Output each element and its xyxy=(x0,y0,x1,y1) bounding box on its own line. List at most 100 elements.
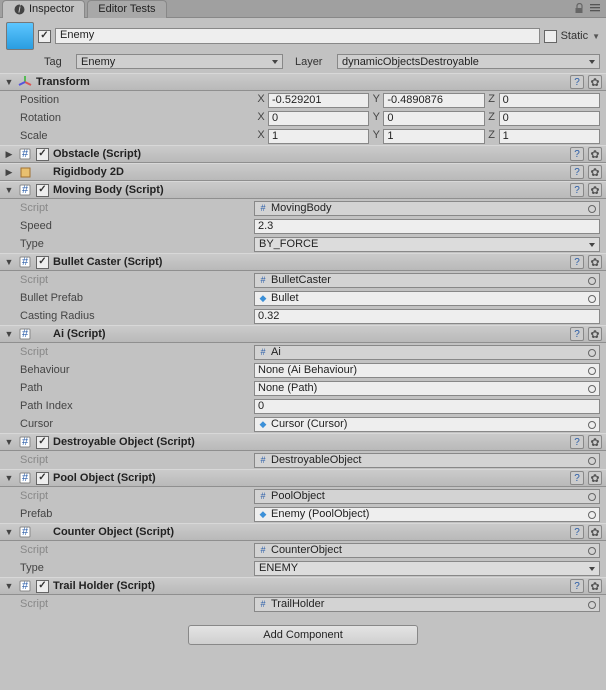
movingbody-type-dropdown[interactable]: BY_FORCE xyxy=(254,237,600,252)
layer-dropdown[interactable]: dynamicObjectsDestroyable xyxy=(337,54,600,69)
bulletcaster-enable-checkbox[interactable] xyxy=(36,256,49,269)
help-icon[interactable]: ? xyxy=(570,435,584,449)
help-icon[interactable]: ? xyxy=(570,579,584,593)
add-component-button[interactable]: Add Component xyxy=(188,625,418,645)
object-picker-icon[interactable] xyxy=(588,601,596,609)
ai-script-field[interactable]: #Ai xyxy=(254,345,600,360)
rot-y-field[interactable]: 0 xyxy=(383,111,484,126)
counter-script-field[interactable]: #CounterObject xyxy=(254,543,600,558)
trail-script-field[interactable]: #TrailHolder xyxy=(254,597,600,612)
foldout-icon[interactable]: ▼ xyxy=(4,77,14,87)
gameobject-icon[interactable] xyxy=(6,22,34,50)
pos-z-field[interactable]: 0 xyxy=(499,93,600,108)
pool-enable-checkbox[interactable] xyxy=(36,472,49,485)
gear-icon[interactable] xyxy=(588,165,602,179)
foldout-icon[interactable]: ▶ xyxy=(4,167,14,178)
lock-icon[interactable] xyxy=(574,3,584,14)
obstacle-header[interactable]: ▶ # Obstacle (Script) ? xyxy=(0,145,606,163)
ai-behaviour-field[interactable]: None (Ai Behaviour) xyxy=(254,363,600,378)
tab-editor-tests[interactable]: Editor Tests xyxy=(87,0,166,18)
help-icon[interactable]: ? xyxy=(570,471,584,485)
destroyable-script-field[interactable]: #DestroyableObject xyxy=(254,453,600,468)
ai-header[interactable]: ▼ # Ai (Script) ? xyxy=(0,325,606,343)
help-icon[interactable]: ? xyxy=(570,147,584,161)
foldout-icon[interactable]: ▶ xyxy=(4,149,14,160)
object-picker-icon[interactable] xyxy=(588,295,596,303)
object-picker-icon[interactable] xyxy=(588,457,596,465)
ai-cursor-field[interactable]: ◆Cursor (Cursor) xyxy=(254,417,600,432)
ai-pathindex-field[interactable]: 0 xyxy=(254,399,600,414)
speed-field[interactable]: 2.3 xyxy=(254,219,600,234)
object-picker-icon[interactable] xyxy=(588,367,596,375)
movingbody-enable-checkbox[interactable] xyxy=(36,184,49,197)
scl-x-field[interactable]: 1 xyxy=(268,129,369,144)
object-picker-icon[interactable] xyxy=(588,205,596,213)
foldout-icon[interactable]: ▼ xyxy=(4,581,14,591)
trail-enable-checkbox[interactable] xyxy=(36,580,49,593)
object-picker-icon[interactable] xyxy=(588,547,596,555)
foldout-icon[interactable]: ▼ xyxy=(4,437,14,447)
pos-y-field[interactable]: -0.4890876 xyxy=(383,93,484,108)
counter-type-dropdown[interactable]: ENEMY xyxy=(254,561,600,576)
rot-z-field[interactable]: 0 xyxy=(499,111,600,126)
pool-prefab-field[interactable]: ◆Enemy (PoolObject) xyxy=(254,507,600,522)
script-mini-icon: # xyxy=(258,203,268,213)
gear-icon[interactable] xyxy=(588,75,602,89)
transform-header[interactable]: ▼ Transform ? xyxy=(0,73,606,91)
help-icon[interactable]: ? xyxy=(570,525,584,539)
rigidbody-header[interactable]: ▶ Rigidbody 2D ? xyxy=(0,163,606,181)
foldout-icon[interactable]: ▼ xyxy=(4,473,14,483)
gear-icon[interactable] xyxy=(588,255,602,269)
pool-script-field[interactable]: #PoolObject xyxy=(254,489,600,504)
tab-inspector[interactable]: i Inspector xyxy=(2,0,85,18)
foldout-icon[interactable]: ▼ xyxy=(4,257,14,267)
bulletcaster-header[interactable]: ▼ # Bullet Caster (Script) ? xyxy=(0,253,606,271)
obstacle-enable-checkbox[interactable] xyxy=(36,148,49,161)
object-picker-icon[interactable] xyxy=(588,493,596,501)
obstacle-title: Obstacle (Script) xyxy=(53,148,566,160)
bulletcaster-script-field[interactable]: #BulletCaster xyxy=(254,273,600,288)
scl-y-field[interactable]: 1 xyxy=(383,129,484,144)
help-icon[interactable]: ? xyxy=(570,183,584,197)
object-picker-icon[interactable] xyxy=(588,421,596,429)
counter-header[interactable]: ▼ # Counter Object (Script) ? xyxy=(0,523,606,541)
static-checkbox[interactable] xyxy=(544,30,557,43)
gear-icon[interactable] xyxy=(588,183,602,197)
help-icon[interactable]: ? xyxy=(570,255,584,269)
object-picker-icon[interactable] xyxy=(588,385,596,393)
active-checkbox[interactable] xyxy=(38,30,51,43)
gear-icon[interactable] xyxy=(588,579,602,593)
object-picker-icon[interactable] xyxy=(588,349,596,357)
gear-icon[interactable] xyxy=(588,327,602,341)
gameobject-name-input[interactable]: Enemy xyxy=(55,28,540,44)
gear-icon[interactable] xyxy=(588,147,602,161)
object-picker-icon[interactable] xyxy=(588,511,596,519)
destroyable-enable-checkbox[interactable] xyxy=(36,436,49,449)
scl-z-field[interactable]: 1 xyxy=(499,129,600,144)
trail-header[interactable]: ▼ # Trail Holder (Script) ? xyxy=(0,577,606,595)
foldout-icon[interactable]: ▼ xyxy=(4,527,14,537)
object-picker-icon[interactable] xyxy=(588,277,596,285)
casting-radius-field[interactable]: 0.32 xyxy=(254,309,600,324)
gear-icon[interactable] xyxy=(588,525,602,539)
ai-path-field[interactable]: None (Path) xyxy=(254,381,600,396)
gear-icon[interactable] xyxy=(588,471,602,485)
foldout-icon[interactable]: ▼ xyxy=(4,329,14,339)
bullet-prefab-field[interactable]: ◆Bullet xyxy=(254,291,600,306)
destroyable-header[interactable]: ▼ # Destroyable Object (Script) ? xyxy=(0,433,606,451)
context-menu-icon[interactable] xyxy=(590,3,600,14)
movingbody-script-field[interactable]: #MovingBody xyxy=(254,201,600,216)
pos-x-field[interactable]: -0.529201 xyxy=(268,93,369,108)
tag-dropdown[interactable]: Enemy xyxy=(76,54,283,69)
gear-icon[interactable] xyxy=(588,435,602,449)
movingbody-header[interactable]: ▼ # Moving Body (Script) ? xyxy=(0,181,606,199)
foldout-icon[interactable]: ▼ xyxy=(4,185,14,195)
help-icon[interactable]: ? xyxy=(570,327,584,341)
pool-header[interactable]: ▼ # Pool Object (Script) ? xyxy=(0,469,606,487)
help-icon[interactable]: ? xyxy=(570,75,584,89)
info-icon: i xyxy=(13,3,25,15)
script-mini-icon: # xyxy=(258,491,268,501)
help-icon[interactable]: ? xyxy=(570,165,584,179)
rot-x-field[interactable]: 0 xyxy=(268,111,369,126)
static-dropdown-icon[interactable]: ▼ xyxy=(592,32,600,41)
